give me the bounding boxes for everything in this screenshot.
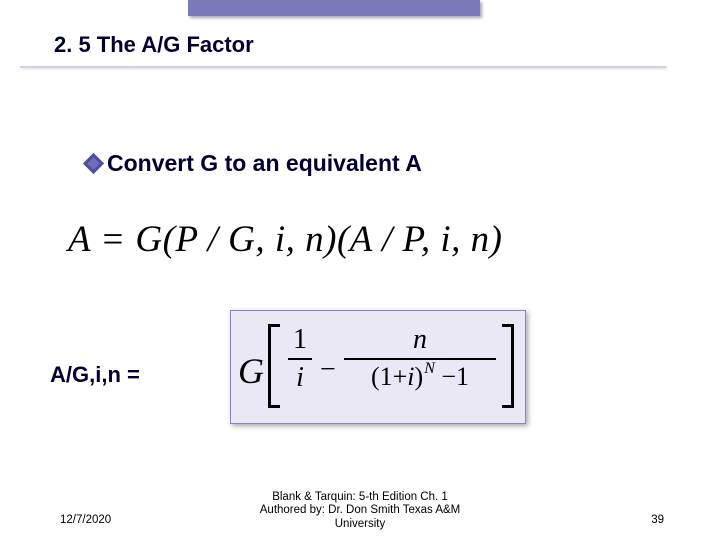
diamond-bullet-icon bbox=[83, 153, 104, 174]
fraction-2-denominator: (1+i)N −1 bbox=[344, 364, 496, 402]
fraction-1: 1 i bbox=[288, 326, 312, 392]
slide-title: 2. 5 The A/G Factor bbox=[54, 32, 254, 58]
bullet-text: Convert G to an equivalent A bbox=[107, 150, 422, 177]
minus-sign: − bbox=[320, 354, 336, 386]
footer-line-2: Authored by: Dr. Don Smith Texas A&M bbox=[260, 504, 461, 516]
bullet-item: Convert G to an equivalent A bbox=[86, 150, 422, 177]
fraction-2: n (1+i)N −1 bbox=[344, 326, 496, 402]
right-bracket-icon bbox=[500, 320, 516, 412]
footer-attribution: Blank & Tarquin: 5-th Edition Ch. 1 Auth… bbox=[0, 491, 720, 532]
left-bracket-icon bbox=[266, 320, 282, 412]
fraction-1-denominator: i bbox=[288, 364, 312, 392]
fraction-2-numerator: n bbox=[344, 326, 496, 354]
denominator-paren-close: ) bbox=[415, 362, 424, 391]
footer-line-1: Blank & Tarquin: 5-th Edition Ch. 1 bbox=[272, 491, 448, 503]
footer-line-3: University bbox=[335, 518, 385, 530]
denominator-one: 1 bbox=[456, 362, 469, 391]
fraction-bar-icon bbox=[288, 358, 312, 360]
footer-page-number: 39 bbox=[651, 514, 664, 526]
denominator-variable-i: i bbox=[407, 362, 414, 391]
decorative-top-bar bbox=[188, 0, 480, 16]
denominator-paren-open: (1+ bbox=[371, 362, 407, 391]
equation-lhs-label: A/G,i,n = bbox=[50, 362, 140, 388]
equation-line-1: A = G(P / G, i, n)(A / P, i, n) bbox=[68, 218, 502, 261]
equation-line-2: G 1 i − n (1+i)N −1 bbox=[238, 318, 518, 418]
denominator-minus: − bbox=[441, 362, 456, 391]
fraction-1-numerator: 1 bbox=[288, 326, 312, 354]
equation-variable-g: G bbox=[238, 350, 264, 392]
denominator-exponent: N bbox=[424, 360, 435, 377]
fraction-bar-icon bbox=[344, 358, 496, 360]
title-underline bbox=[20, 66, 666, 68]
